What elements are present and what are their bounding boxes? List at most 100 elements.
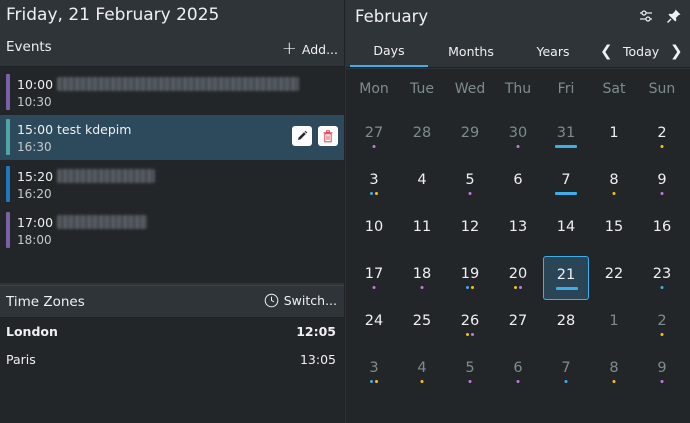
day-cell[interactable]: 21 (543, 256, 589, 300)
day-cell[interactable]: 3 (351, 162, 397, 206)
day-number: 27 (364, 125, 384, 141)
day-cell[interactable]: 25 (399, 303, 445, 347)
day-cell[interactable]: 23 (639, 256, 685, 300)
day-cell[interactable]: 28 (543, 303, 589, 347)
switch-time-zone-button[interactable]: Switch... (264, 293, 337, 308)
event-item[interactable]: 10:00 10:30 (0, 70, 344, 115)
day-number: 4 (417, 360, 427, 376)
edit-event-button[interactable] (292, 126, 312, 146)
delete-event-button[interactable] (318, 126, 338, 146)
tab-years[interactable]: Years (514, 36, 592, 67)
trash-icon (323, 129, 333, 142)
day-cell[interactable]: 27 (351, 115, 397, 159)
event-end-time: 16:30 (17, 140, 52, 154)
event-color-bar (6, 212, 10, 248)
day-cell[interactable]: 19 (447, 256, 493, 300)
time-zone-time: 12:05 (296, 324, 336, 339)
day-cell[interactable]: 4 (399, 350, 445, 394)
day-number: 22 (604, 266, 624, 282)
day-number: 28 (556, 313, 576, 329)
day-cell[interactable]: 20 (495, 256, 541, 300)
day-cell[interactable]: 4 (399, 162, 445, 206)
day-cell[interactable]: 5 (447, 162, 493, 206)
event-dots (660, 192, 664, 195)
day-cell[interactable]: 7 (543, 350, 589, 394)
day-cell[interactable]: 8 (591, 162, 637, 206)
day-cell[interactable]: 11 (399, 209, 445, 253)
day-number: 9 (657, 360, 667, 376)
day-cell[interactable]: 26 (447, 303, 493, 347)
day-cell[interactable]: 9 (639, 162, 685, 206)
event-dots (660, 380, 664, 383)
day-cell[interactable]: 2 (639, 115, 685, 159)
time-zone-time: 13:05 (299, 352, 336, 367)
day-cell[interactable]: 28 (399, 115, 445, 159)
event-title-redacted (57, 169, 155, 183)
month-grid: Mon Tue Wed Thu Fri Sat Sun 27 28 29 30 31 1 2 3 4 5 6 7 8 9… (346, 69, 690, 423)
event-item[interactable]: 15:00 16:30 test kdepim (0, 115, 344, 160)
event-item[interactable]: 15:20 16:20 (0, 162, 344, 207)
day-cell[interactable]: 27 (495, 303, 541, 347)
day-cell[interactable]: 17 (351, 256, 397, 300)
day-number: 3 (369, 360, 379, 376)
day-number: 6 (513, 172, 523, 188)
chevron-right-icon[interactable]: ❯ (670, 42, 683, 60)
day-cell[interactable]: 6 (495, 350, 541, 394)
day-number: 8 (609, 360, 619, 376)
day-cell[interactable]: 10 (351, 209, 397, 253)
day-cell[interactable]: 14 (543, 209, 589, 253)
view-tab-bar: Days Months Years ❮ Today ❯ (346, 36, 690, 68)
day-cell[interactable]: 24 (351, 303, 397, 347)
weekday-header: Mon (359, 81, 389, 97)
event-title-redacted (57, 215, 147, 229)
day-number: 17 (364, 266, 384, 282)
sliders-icon (640, 10, 652, 22)
day-cell[interactable]: 15 (591, 209, 637, 253)
day-cell[interactable]: 6 (495, 162, 541, 206)
tab-months[interactable]: Months (432, 36, 510, 67)
events-header: Events + Add... (0, 32, 344, 66)
today-button[interactable]: Today (623, 44, 659, 59)
header-actions (638, 8, 682, 28)
day-cell[interactable]: 9 (639, 350, 685, 394)
day-number: 21 (556, 267, 576, 283)
day-cell[interactable]: 3 (351, 350, 397, 394)
event-dots (516, 380, 520, 383)
day-number: 28 (412, 125, 432, 141)
event-start-time: 17:00 (17, 215, 54, 230)
pin-button[interactable] (666, 8, 682, 28)
day-cell[interactable]: 16 (639, 209, 685, 253)
configure-button[interactable] (638, 8, 654, 28)
time-zone-row: London 12:05 (0, 320, 344, 344)
event-dots (612, 192, 616, 195)
tab-days[interactable]: Days (350, 36, 428, 67)
day-number: 29 (460, 125, 480, 141)
day-number: 2 (657, 313, 667, 329)
day-cell[interactable]: 30 (495, 115, 541, 159)
day-cell[interactable]: 5 (447, 350, 493, 394)
day-cell[interactable]: 29 (447, 115, 493, 159)
day-cell[interactable]: 1 (591, 115, 637, 159)
event-dots (514, 286, 522, 289)
day-cell[interactable]: 13 (495, 209, 541, 253)
add-event-button[interactable]: + Add... (282, 38, 338, 60)
day-cell[interactable]: 12 (447, 209, 493, 253)
event-dots (660, 145, 664, 148)
weekday-header: Sun (648, 81, 676, 97)
day-cell[interactable]: 31 (543, 115, 589, 159)
event-dots (516, 145, 520, 148)
day-number: 19 (460, 266, 480, 282)
day-cell[interactable]: 8 (591, 350, 637, 394)
day-cell[interactable]: 18 (399, 256, 445, 300)
day-cell[interactable]: 2 (639, 303, 685, 347)
event-indicator (555, 192, 577, 195)
event-item[interactable]: 17:00 18:00 (0, 208, 344, 253)
day-cell[interactable]: 22 (591, 256, 637, 300)
day-number: 4 (417, 172, 427, 188)
chevron-left-icon[interactable]: ❮ (600, 42, 613, 60)
weekday-header: Sat (602, 81, 626, 97)
event-end-time: 18:00 (17, 233, 52, 247)
day-cell[interactable]: 1 (591, 303, 637, 347)
events-label: Events (6, 39, 52, 55)
day-cell[interactable]: 7 (543, 162, 589, 206)
